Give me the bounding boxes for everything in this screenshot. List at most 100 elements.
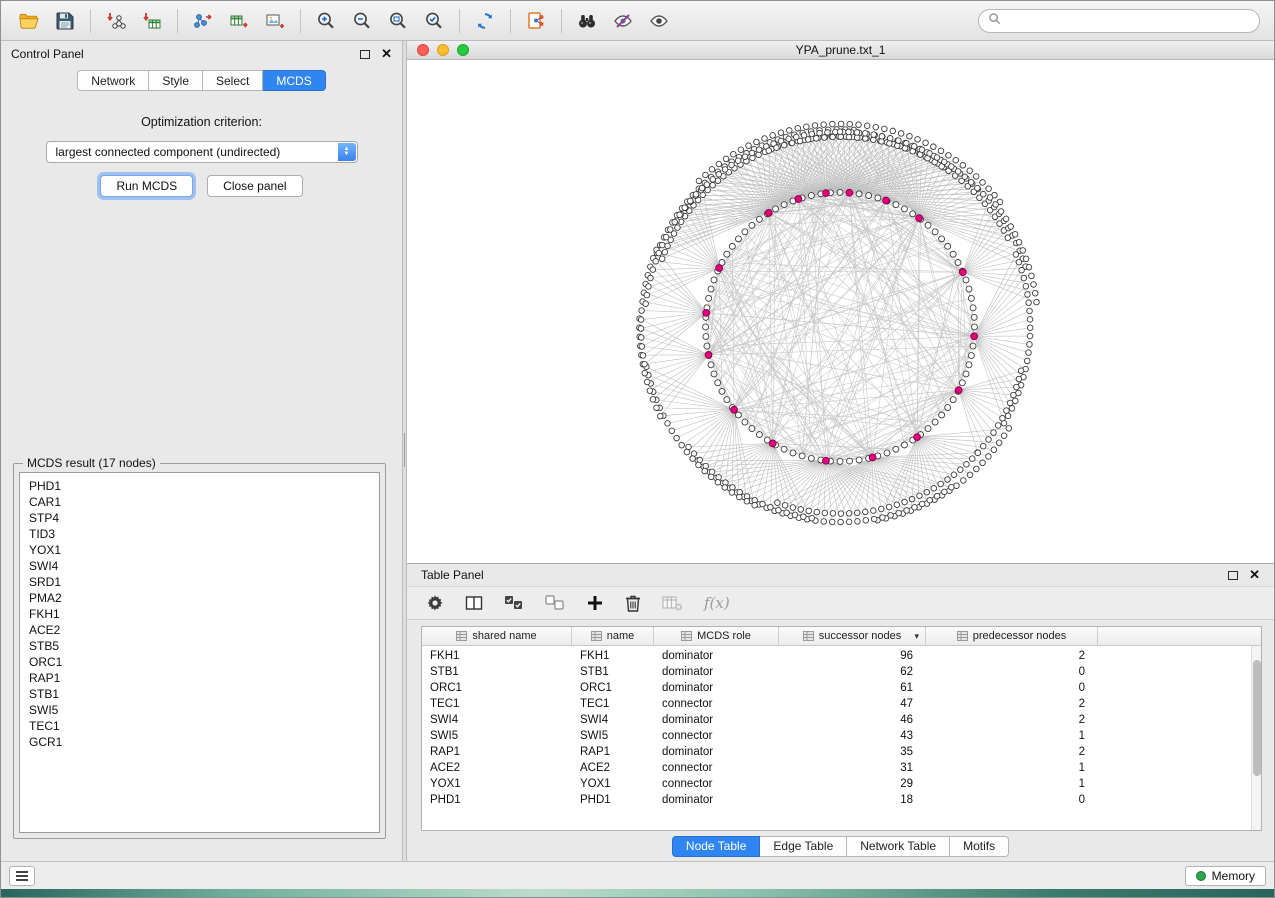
network-node[interactable] xyxy=(1016,376,1022,382)
network-node[interactable] xyxy=(969,456,975,462)
network-node[interactable] xyxy=(946,153,952,159)
network-node[interactable] xyxy=(642,361,648,367)
network-node[interactable] xyxy=(975,185,981,191)
network-node[interactable] xyxy=(731,151,737,157)
column-header-name[interactable]: name xyxy=(572,627,654,645)
network-node[interactable] xyxy=(729,490,735,496)
network-node[interactable] xyxy=(884,450,890,456)
network-node[interactable] xyxy=(909,496,915,502)
network-node[interactable] xyxy=(1027,317,1033,323)
network-node[interactable] xyxy=(639,335,645,341)
network-node[interactable] xyxy=(896,510,902,516)
network-node[interactable] xyxy=(1027,325,1033,331)
network-node[interactable] xyxy=(710,177,716,183)
network-node[interactable] xyxy=(742,229,748,235)
network-node[interactable] xyxy=(1016,259,1022,265)
column-header-predecessor-nodes[interactable]: predecessor nodes xyxy=(926,627,1098,645)
network-node[interactable] xyxy=(672,219,678,225)
network-node[interactable] xyxy=(773,206,779,212)
network-node[interactable] xyxy=(882,126,888,132)
network-node[interactable] xyxy=(638,326,644,332)
network-node[interactable] xyxy=(1014,384,1020,390)
network-node[interactable] xyxy=(901,206,907,212)
annotation-icon[interactable] xyxy=(518,6,554,36)
mcds-hub-node[interactable] xyxy=(731,406,738,413)
network-node[interactable] xyxy=(805,137,811,143)
mcds-result-item[interactable]: TID3 xyxy=(29,526,370,542)
memory-button[interactable]: Memory xyxy=(1185,866,1266,886)
network-node[interactable] xyxy=(722,485,728,491)
network-node[interactable] xyxy=(654,405,660,411)
network-node[interactable] xyxy=(893,202,899,208)
network-node[interactable] xyxy=(1031,282,1037,288)
network-node[interactable] xyxy=(724,397,730,403)
network-node[interactable] xyxy=(995,423,1001,429)
network-node[interactable] xyxy=(1018,368,1024,374)
network-node[interactable] xyxy=(665,421,671,427)
network-node[interactable] xyxy=(938,148,944,154)
network-node[interactable] xyxy=(639,308,645,314)
network-node[interactable] xyxy=(754,139,760,145)
network-node[interactable] xyxy=(677,212,683,218)
network-node[interactable] xyxy=(674,435,680,441)
network-node[interactable] xyxy=(723,156,729,162)
network-node[interactable] xyxy=(945,477,951,483)
network-node[interactable] xyxy=(830,511,836,517)
network-node[interactable] xyxy=(639,344,645,350)
network-node[interactable] xyxy=(792,512,798,518)
network-node[interactable] xyxy=(1027,333,1033,339)
network-node[interactable] xyxy=(703,334,709,340)
network-node[interactable] xyxy=(898,131,904,137)
zoom-in-icon[interactable] xyxy=(308,6,344,36)
network-node[interactable] xyxy=(814,509,820,515)
mcds-hub-node[interactable] xyxy=(795,196,802,203)
criterion-dropdown[interactable]: largest connected component (undirected)… xyxy=(46,141,358,163)
mcds-result-item[interactable]: SWI4 xyxy=(29,558,370,574)
network-node[interactable] xyxy=(797,138,803,144)
network-node[interactable] xyxy=(715,480,721,486)
network-node[interactable] xyxy=(650,267,656,273)
network-node[interactable] xyxy=(951,472,957,478)
float-table-panel-icon[interactable] xyxy=(1228,571,1238,580)
network-node[interactable] xyxy=(659,256,665,262)
network-node[interactable] xyxy=(703,324,709,330)
network-node[interactable] xyxy=(684,449,690,455)
network-node[interactable] xyxy=(822,135,828,141)
table-row[interactable]: STB1STB1dominator620 xyxy=(422,664,1261,680)
network-node[interactable] xyxy=(768,504,774,510)
network-node[interactable] xyxy=(871,132,877,138)
run-mcds-button[interactable]: Run MCDS xyxy=(100,175,193,197)
network-node[interactable] xyxy=(770,133,776,139)
network-node[interactable] xyxy=(932,419,938,425)
network-node[interactable] xyxy=(724,251,730,257)
network-node[interactable] xyxy=(991,447,997,453)
network-node[interactable] xyxy=(987,195,993,201)
network-node[interactable] xyxy=(870,508,876,514)
mcds-hub-node[interactable] xyxy=(823,457,830,464)
network-node[interactable] xyxy=(690,456,696,462)
network-node[interactable] xyxy=(931,144,937,150)
tab-mcds[interactable]: MCDS xyxy=(263,70,325,91)
network-node[interactable] xyxy=(781,446,787,452)
network-node[interactable] xyxy=(716,161,722,167)
mcds-hub-node[interactable] xyxy=(769,440,776,447)
network-node[interactable] xyxy=(980,180,986,186)
network-node[interactable] xyxy=(735,412,741,418)
network-node[interactable] xyxy=(873,124,879,130)
network-node[interactable] xyxy=(708,286,714,292)
network-node[interactable] xyxy=(735,158,741,164)
table-scrollbar[interactable] xyxy=(1251,646,1261,830)
network-node[interactable] xyxy=(782,503,788,509)
network-node[interactable] xyxy=(656,250,662,256)
network-node[interactable] xyxy=(968,353,974,359)
network-node[interactable] xyxy=(880,515,886,521)
network-node[interactable] xyxy=(968,295,974,301)
mcds-result-item[interactable]: RAP1 xyxy=(29,670,370,686)
network-node[interactable] xyxy=(993,202,999,208)
network-node[interactable] xyxy=(927,151,933,157)
mcds-result-item[interactable]: ACE2 xyxy=(29,622,370,638)
export-table-icon[interactable] xyxy=(221,6,257,36)
status-menu-button[interactable] xyxy=(9,866,35,886)
network-node[interactable] xyxy=(980,460,986,466)
network-node[interactable] xyxy=(1020,248,1026,254)
